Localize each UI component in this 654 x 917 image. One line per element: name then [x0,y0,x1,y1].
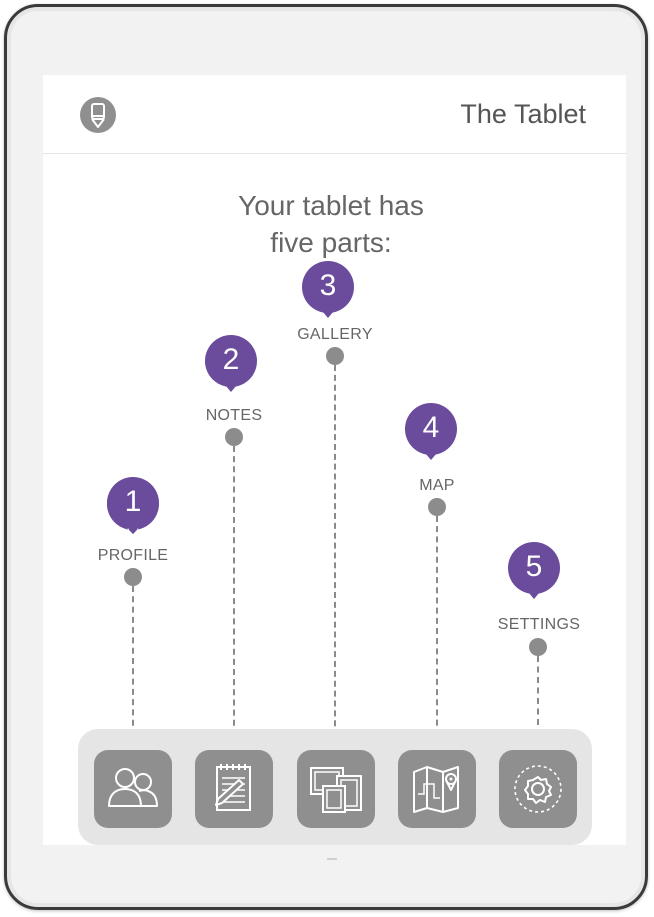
number-pin-2: 2 [203,334,259,398]
map-button[interactable] [398,750,476,828]
intro-line-1: Your tablet has [238,190,424,221]
page-title: The Tablet [460,99,586,129]
settings-button[interactable] [499,750,577,828]
pencil-icon[interactable] [80,97,116,133]
marker-dot-gallery [326,347,344,365]
home-indicator [327,858,337,860]
part-label-gallery: GALLERY [297,326,373,343]
settings-icon [514,765,562,813]
pin-number: 1 [124,485,142,518]
marker-dot-notes [225,428,243,446]
pin-number: 5 [525,550,543,583]
pin-number: 4 [422,411,440,444]
marker-dot-profile [124,568,142,586]
stem-gallery [334,365,336,746]
intro-line-2: five parts: [270,227,392,258]
stem-profile [132,586,134,736]
number-pin-3: 3 [300,260,356,324]
profile-icon [108,768,158,807]
pin-number: 3 [319,269,337,302]
part-label-settings: SETTINGS [497,616,581,633]
part-label-profile: PROFILE [97,547,169,564]
part-label-notes: NOTES [205,407,263,424]
notes-icon [215,764,251,811]
number-pin-5: 5 [506,541,562,605]
app-header: The Tablet [43,75,626,154]
marker-dot-map [428,498,446,516]
gallery-icon [310,767,362,813]
stem-map [436,516,438,746]
stem-notes [233,446,235,746]
gallery-button[interactable] [297,750,375,828]
marker-dot-settings [529,638,547,656]
number-pin-4: 4 [403,402,459,466]
map-icon [413,766,459,813]
notes-button[interactable] [195,750,273,828]
intro-text: Your tablet has five parts: [193,187,469,261]
number-pin-1: 1 [105,476,161,540]
part-label-map: MAP [419,477,455,494]
profile-button[interactable] [94,750,172,828]
pin-number: 2 [222,343,240,376]
